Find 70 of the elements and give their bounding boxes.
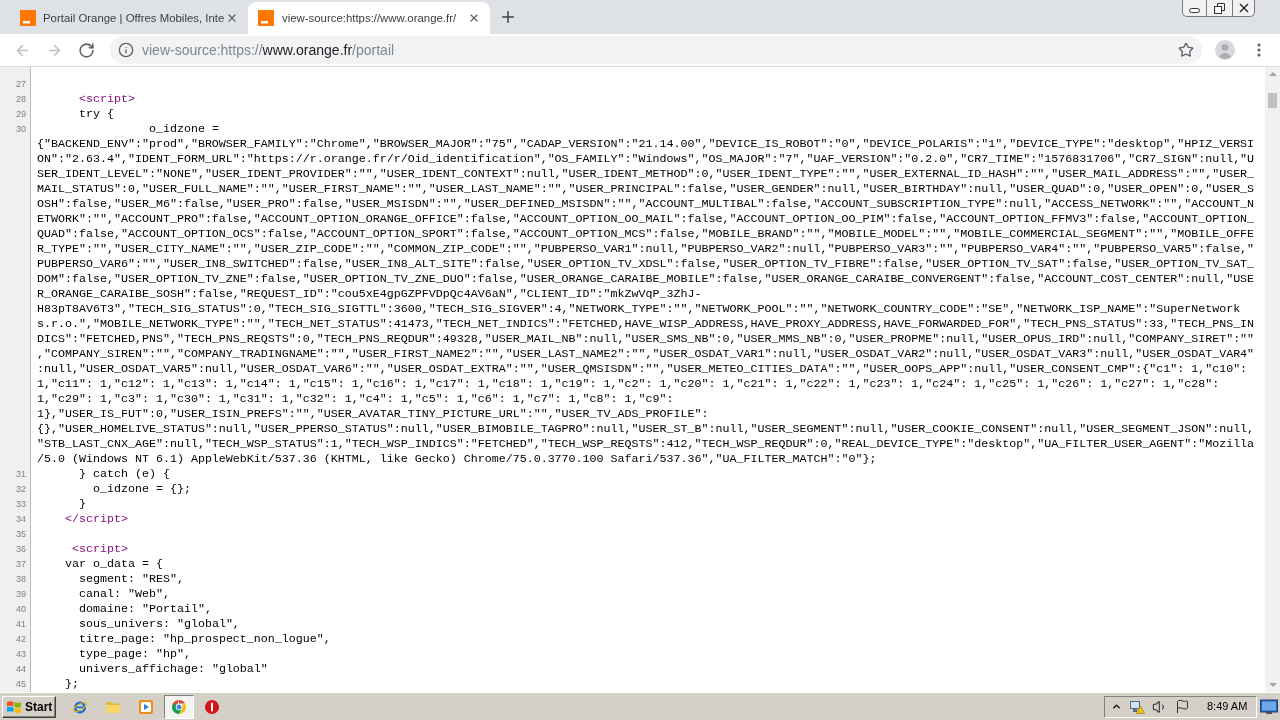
- line-number: 34: [16, 514, 26, 524]
- scrollbar-thumb[interactable]: [1268, 93, 1277, 108]
- alert-circle-icon: [204, 698, 220, 715]
- line-number: 33: [16, 499, 26, 509]
- desktop-icon[interactable]: [1260, 698, 1278, 715]
- code-line: </script>: [64, 512, 128, 527]
- clock-text[interactable]: 8:49 AM: [1207, 698, 1248, 715]
- windows-flag-icon: [6, 698, 22, 715]
- code-line: segment: "RES",: [78, 572, 184, 587]
- line-number: 43: [16, 649, 26, 659]
- line-number: 27: [16, 79, 26, 89]
- code-line: o_idzone = {"BACKEND_ENV":"prod","BROWSER_FAMILY":"Chrome","BROWSER_MAJOR":"75","CADAP_VERSION":"21.14.00","DEVICE_IS_ROBOT":"0","DEVICE_POLARIS":"1","DEVICE_TYPE":"desktop","HPIZ_VERSION":"2.63.4","IDENT_FORM_URL":"https://r.orange.fr/r/Oid_identification","OS_FAMILY":"Windows","OS_MAJOR":"7","UAF_VERSION":"0.2.0","CR7_TIME":"1576831706","CR7_SIGN":null,"USER_IDENT_LEVEL":"NONE","USER_IDENT_PROVIDER":"","USER_IDENT_CONTEXT":null,"USER_IDENT_METHOD":0,"USER_IDENT_TYPE":"","USER_EXTERNAL_ID_HASH":"","USER_MAIL_ADDRESS":"","USER_MAIL_STATUS":0,"USER_FULL_NAME":"","USER_FIRST_NAME":"","USER_LAST_NAME":"","USER_PRINCIPAL":false,"USER_GENDER":null,"USER_BIRTHDAY":null,"USER_QUAD":0,"USER_OPEN":0,"USER_SOSH":false,"USER_M6":false,"USER_PRO":false,"USER_MSISDN":"","USER_DEFINED_MSISDN":"","ACCOUNT_MULTIBAL":false,"ACCOUNT_SUBSCRIPTION_TYPE":null,"ACCESS_NETWORK":"","ACCOUNT_NETWORK":"","ACCOUNT_PRO":false,"ACCOUNT_OPTION_ORANGE_OFFICE":false,"ACCOUNT_OPTION_OO_MAIL":false,"ACCOUNT_OPTION_OO_PIM":false,"ACCOUNT_OPTION_FFMV3":false,"ACCOUNT_OPTION_QUAD":false,"ACCOUNT_OPTION_OCS":false,"ACCOUNT_OPTION_SPORT":false,"ACCOUNT_OPTION_MCS":false,"MOBILE_BRAND":"","MOBILE_MODEL":"","MOBILE_COMMERCIAL_SEGMENT":"","MOBILE_OFFER_TYPE":"","USER_CITY_NAME":"","USER_ZIP_CODE":"","COMMON_ZIP_CODE":"","PUBPERSO_VAR1":null,"PUBPERSO_VAR2":null,"PUBPERSO_VAR3":"","PUBPERSO_VAR4":"","PUBPERSO_VAR5":false,"PUBPERSO_VAR6":"","USER_IN8_SWITCHED":false,"USER_IN8_ALT_SITE":false,"USER_OPTION_TV_XDSL":false,"USER_OPTION_TV_FIBRE":false,"USER_OPTION_TV_SAT":false,"USER_OPTION_TV_SAT_DOM":false,"USER_OPTION_TV_ZNE":false,"USER_OPTION_TV_ZNE_DUO":false,"USER_ORANGE_CARAIBE_MOBILE":false,"USER_ORANGE_CARAIBE_CONVERGENT":false,"ACCOUNT_COST_CENTER":null,"USER_ORANGE_CARAIBE_SOSH":false,"REQUEST_ID":"cou5xE4gpGZPFVDpQc4AV6aN","CLIENT_ID":"mkZwVqP_3ZhJ-H83pT8AV6T3","TECH_SIG_STATUS":0,"TECH_SIG_SIGTTL":3600,"TECH_SIG_SIGVER":4,"NETWORK_TYPE":"","NETWORK_POOL":"","NETWORK_COUNTRY_CODE":"SE","NETWORK_ISP_NAME":"SuperNetwork s.r.o.","MOBILE_NETWORK_TYPE":"","TECH_NET_STATUS":41473,"TECH_NET_INDICS":"FETCHED,HAVE_WISP_ADDRESS,HAVE_PROXY_ADDRESS,HAVE_FORWARDED_FOR","TECH_PNS_STATUS":33,"TECH_PNS_INDICS":"FETCHED,PNS","TECH_PNS_REQSTS":0,"TECH_PNS_REQDUR":49328,"USER_MAIL_NB":null,"USER_SMS_NB":0,"USER_MMS_NB":0,"USER_PROPME":null,"USER_OPUS_IRD":null,"COMPANY_SIRET":"","COMPANY_SIREN":"","COMPANY_TRADINGNAME":"","USER_FIRST_NAME2":"","USER_LAST_NAME2":"","USER_OSDAT_VAR1":null,"USER_OSDAT_VAR2":null,"USER_OSDAT_VAR3":null,"USER_OSDAT_VAR4":null,"USER_OSDAT_VAR5":null,"USER_OSDAT_VAR6":"","USER_OSDAT_EXTRA":"","USER_QMSISDN":"","USER_METEO_CITIES_DATA":"","USER_OOPS_APP":null,"USER_CONSENT_CMP":{"c1": 1,"c10": 1,"c11": 1,"c12": 1,"c13": 1,"c14": 1,"c15": 1,"c16": 1,"c17": 1,"c18": 1,"c19": 1,"c2": 1,"c20": 1,"c21": 1,"c22": 1,"c23": 1,"c24": 1,"c25": 1,"c26": 1,"c27": 1,"c28": 1,"c29": 1,"c3": 1,"c30": 1,"c31": 1,"c32": 1,"c4": 1,"c5": 1,"c6": 1,"c7": 1,"c8": 1,"c9": 1},"USER_IS_FUT":0,"USER_ISIN_PREFS":"","USER_AVATAR_TINY_PICTURE_URL":"","USER_TV_ADS_PROFILE": {},"USER_HOMELIVE_STATUS":null,"USER_PPERSO_STATUS":null,"USER_BIMOBILE_TAGPRO":null,"USER_ST_B":null,"USER_SEGMENT":null,"USER_COOKIE_CONSENT":null,"USER_SEGMENT_JSON":null,"STB_LAST_CNX_AGE":null,"TECH_WSP_STATUS":1,"TECH_WSP_INDICS":"FETCHED","TECH_WSP_REQSTS":412,"TECH_WSP_REQDUR":0,"REAL_DEVICE_TYPE":"desktop","UA_FILTER_USER_AGENT":"Mozilla/5.0 (Windows NT 6.1) AppleWebKit/537.36 (KHTML, like Gecko) Chrome/75.0.3770.100 Safari/537.36","UA_FILTER_MATCH":"0"};: [37, 122, 1256, 467]
- flag-icon[interactable]: [1175, 699, 1190, 714]
- line-number: 44: [16, 664, 26, 674]
- computer-warning-icon[interactable]: [1129, 698, 1145, 715]
- code-line: var o_data = {: [64, 557, 163, 572]
- code-line: domaine: "Portail",: [78, 602, 212, 617]
- code-line: } catch (e) {: [78, 467, 170, 482]
- code-line: <script>: [78, 92, 135, 107]
- line-number: 38: [16, 574, 26, 584]
- chevron-up-icon[interactable]: [1111, 701, 1122, 712]
- line-number: 40: [16, 604, 26, 614]
- code-line: <script>: [71, 542, 128, 557]
- taskbar-app-button[interactable]: [164, 694, 194, 719]
- close-icon: [1238, 3, 1249, 13]
- code-line: titre_page: "hp_prospect_non_logue",: [78, 632, 331, 647]
- code-line: sous_univers: "global",: [78, 617, 240, 632]
- browser-tab[interactable]: Portail Orange | Offres Mobiles, Inte: [12, 2, 248, 34]
- scroll-down-icon[interactable]: [1268, 683, 1277, 687]
- minimize-icon: [1189, 7, 1200, 13]
- info-icon[interactable]: [118, 42, 134, 58]
- restore-button[interactable]: [1207, 0, 1232, 17]
- close-icon: [468, 12, 480, 24]
- code-line: try {: [78, 107, 114, 122]
- close-window-button[interactable]: [1232, 0, 1255, 17]
- line-number: 45: [16, 679, 26, 689]
- start-button[interactable]: Start: [2, 695, 56, 718]
- site-logo-icon: [20, 10, 36, 26]
- vertical-scrollbar[interactable]: [1265, 67, 1280, 692]
- line-number: 35: [16, 529, 26, 539]
- browser-tab[interactable]: view-source:https://www.orange.fr/: [248, 2, 490, 34]
- code-line: canal: "Web",: [78, 587, 170, 602]
- line-number: 30: [16, 124, 26, 134]
- line-number: 32: [16, 484, 26, 494]
- avatar-icon: [1215, 40, 1235, 60]
- code-line: o_idzone = {};: [91, 482, 191, 497]
- code-line: univers_affichage: "global": [78, 662, 268, 677]
- minimize-button[interactable]: [1182, 0, 1207, 17]
- line-number: 31: [16, 469, 26, 479]
- line-number: 36: [16, 544, 26, 554]
- line-number: 39: [16, 589, 26, 599]
- code-line: type_page: "hp",: [78, 647, 191, 662]
- scroll-up-icon[interactable]: [1268, 72, 1277, 76]
- plus-icon: [499, 8, 517, 26]
- menu-icon: [1257, 43, 1261, 57]
- line-number: 29: [16, 109, 26, 119]
- line-number: 41: [16, 619, 26, 629]
- code-line: }: [78, 497, 86, 512]
- line-number: 37: [16, 559, 26, 569]
- address-bar[interactable]: view-source:https://www.orange.fr/portail: [110, 36, 1202, 64]
- segmented-circle-icon: [171, 698, 187, 715]
- site-logo-icon: [258, 10, 274, 26]
- bookmark-star-icon[interactable]: [1178, 42, 1194, 58]
- line-number: 42: [16, 634, 26, 644]
- code-line: };: [64, 677, 79, 692]
- line-number: 28: [16, 94, 26, 104]
- reload-icon: [77, 41, 95, 59]
- media-player-icon: [138, 698, 154, 715]
- close-icon: [226, 12, 238, 24]
- restore-icon: [1214, 2, 1225, 14]
